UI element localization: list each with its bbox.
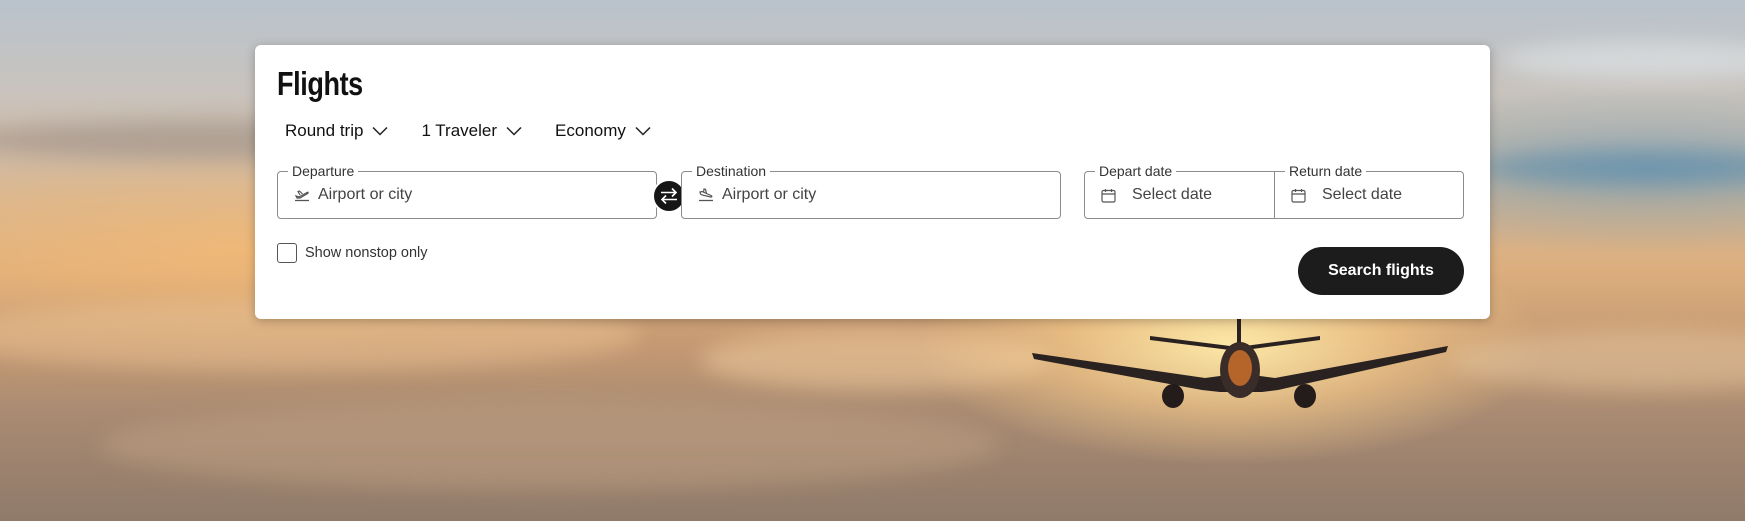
- plane-landing-icon: [698, 188, 714, 202]
- airplane-image: [1032, 318, 1448, 408]
- travelers-label: 1 Traveler: [421, 121, 498, 140]
- destination-field[interactable]: Destination Airport or city: [681, 162, 1061, 219]
- trip-type-label: Round trip: [285, 121, 364, 140]
- depart-date-label: Depart date: [1095, 162, 1177, 180]
- calendar-icon: [1291, 188, 1306, 203]
- destination-input[interactable]: Airport or city: [722, 186, 816, 204]
- page-title: Flights: [277, 65, 363, 102]
- cabin-class-dropdown[interactable]: Economy: [555, 121, 651, 141]
- swap-icon: [660, 187, 678, 205]
- return-date-label: Return date: [1285, 162, 1367, 180]
- nonstop-option: Show nonstop only: [277, 243, 428, 263]
- trip-options: Round trip 1 Traveler Economy: [285, 121, 684, 141]
- chevron-down-icon: [635, 126, 651, 136]
- search-flights-button[interactable]: Search flights: [1298, 247, 1464, 295]
- calendar-icon: [1101, 188, 1116, 203]
- departure-input[interactable]: Airport or city: [318, 186, 412, 204]
- return-date-input[interactable]: Select date: [1322, 186, 1402, 204]
- trip-type-dropdown[interactable]: Round trip: [285, 121, 388, 141]
- nonstop-checkbox[interactable]: [277, 243, 297, 263]
- depart-date-field[interactable]: Depart date Select date: [1084, 162, 1275, 219]
- plane-takeoff-icon: [294, 188, 310, 202]
- chevron-down-icon: [372, 126, 388, 136]
- nonstop-label[interactable]: Show nonstop only: [305, 245, 428, 261]
- travelers-dropdown[interactable]: 1 Traveler: [421, 121, 522, 141]
- flight-search-card: Flights Round trip 1 Traveler Economy De…: [255, 45, 1490, 319]
- return-date-field[interactable]: Return date Select date: [1274, 162, 1464, 219]
- depart-date-input[interactable]: Select date: [1132, 186, 1212, 204]
- cabin-class-label: Economy: [555, 121, 626, 140]
- chevron-down-icon: [506, 126, 522, 136]
- departure-label: Departure: [288, 162, 359, 180]
- destination-label: Destination: [692, 162, 771, 180]
- departure-field[interactable]: Departure Airport or city: [277, 162, 657, 219]
